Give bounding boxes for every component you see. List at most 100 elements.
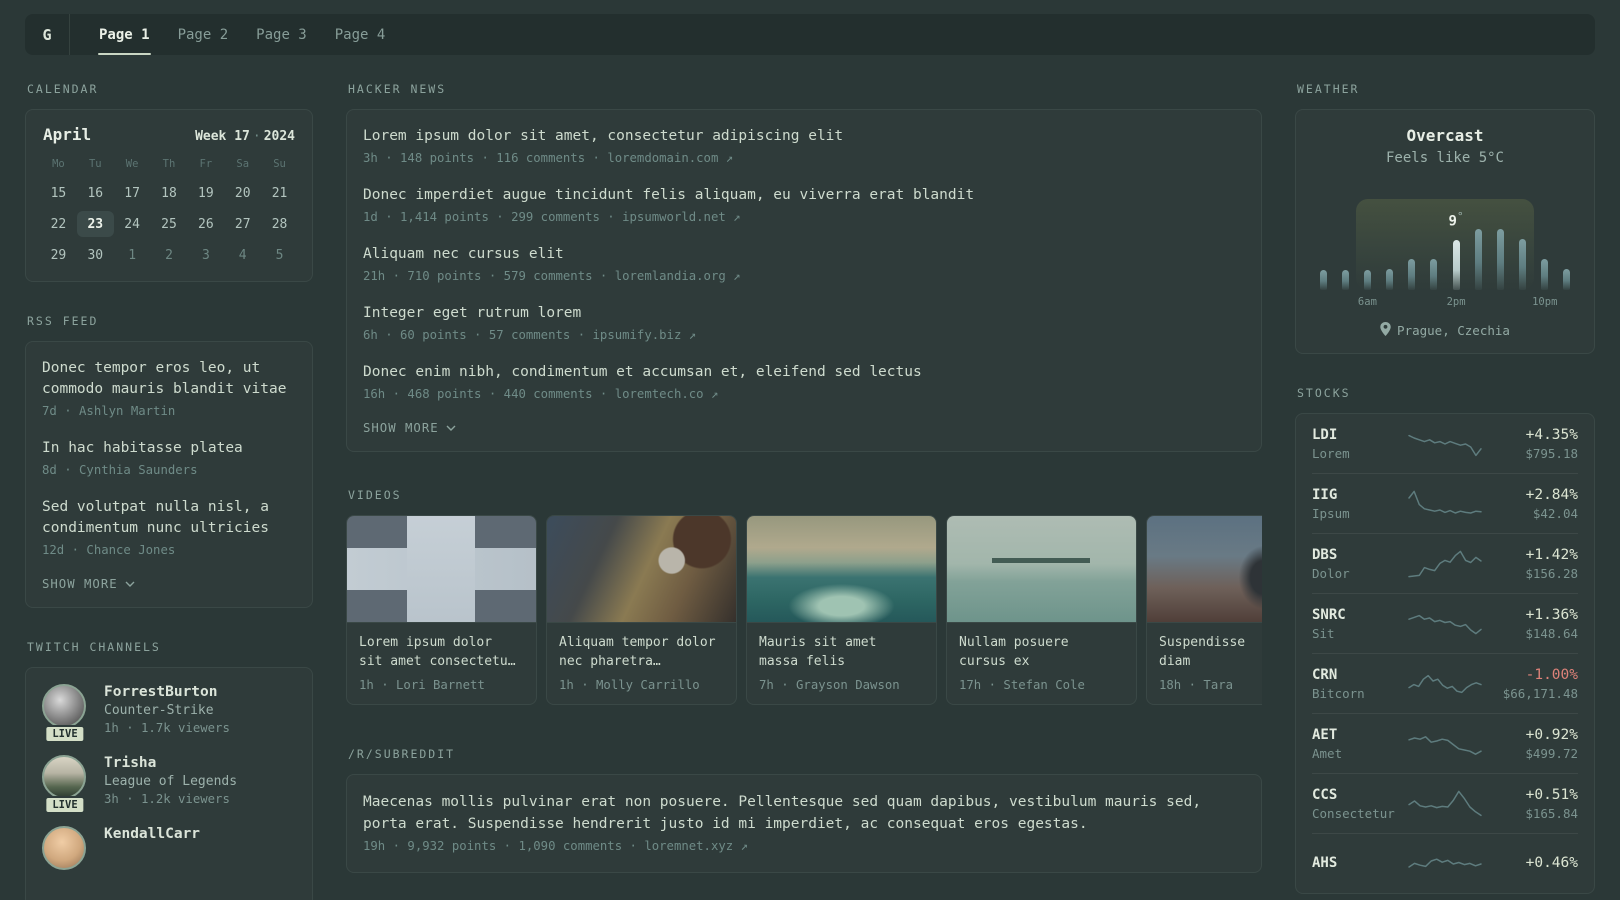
separator-dot: · bbox=[252, 129, 261, 144]
hn-item: Aliquam nec cursus elit 21h · 710 points… bbox=[363, 244, 1245, 286]
video-title[interactable]: Lorem ipsum dolor bbox=[359, 633, 524, 652]
video-thumbnail[interactable] bbox=[747, 516, 936, 623]
hn-meta-text: 16h · 468 points · 440 comments · bbox=[363, 387, 615, 401]
rss-item-meta: 12d · Chance Jones bbox=[42, 543, 176, 557]
video-title[interactable]: Suspendisse bbox=[1159, 633, 1262, 652]
weather-time-label: 6am bbox=[1357, 296, 1377, 308]
twitch-channel-row[interactable]: KendallCarr bbox=[42, 826, 296, 870]
stock-row[interactable]: AET Amet +0.92% $499.72 bbox=[1312, 713, 1578, 773]
stock-ticker: AHS bbox=[1312, 854, 1338, 871]
stock-row[interactable]: AHS +0.46% bbox=[1312, 833, 1578, 893]
weather-bar bbox=[1386, 269, 1394, 290]
video-thumbnail[interactable] bbox=[1147, 516, 1262, 623]
calendar-day: 22 bbox=[50, 216, 67, 232]
hn-domain-link[interactable]: loremdomain.com ↗ bbox=[607, 151, 733, 165]
stock-row[interactable]: IIG Ipsum +2.84% $42.04 bbox=[1312, 473, 1578, 533]
video-thumbnail[interactable] bbox=[947, 516, 1136, 623]
video-title[interactable]: diam bbox=[1159, 652, 1262, 671]
stock-price: $42.04 bbox=[1532, 506, 1578, 521]
weather-bar bbox=[1430, 259, 1438, 290]
rss-show-more-button[interactable]: SHOW MORE bbox=[42, 577, 296, 591]
rss-item-title[interactable]: Donec tempor eros leo, ut commodo mauris… bbox=[42, 358, 296, 400]
tab-page-4[interactable]: Page 4 bbox=[334, 14, 387, 55]
stock-name: Lorem bbox=[1312, 446, 1350, 461]
stock-row[interactable]: CRN Bitcorn -1.00% $66,171.48 bbox=[1312, 653, 1578, 713]
weather-section-title: WEATHER bbox=[1297, 82, 1360, 96]
stock-change: +1.36% bbox=[1525, 607, 1578, 623]
rss-item-title[interactable]: In hac habitasse platea bbox=[42, 438, 296, 459]
calendar-section: CALENDAR April Week 17 · 2024 Mo Tu We Th Fr Sa… bbox=[25, 82, 313, 282]
calendar-day: 18 bbox=[161, 185, 177, 201]
subreddit-section-title: /R/SUBREDDIT bbox=[348, 747, 456, 761]
reddit-post-title[interactable]: Maecenas mollis pulvinar erat non posuer… bbox=[363, 791, 1245, 835]
weather-location: Prague, Czechia bbox=[1312, 322, 1578, 339]
stock-row[interactable]: DBS Dolor +1.42% $156.28 bbox=[1312, 533, 1578, 593]
tab-page-2[interactable]: Page 2 bbox=[177, 14, 230, 55]
twitch-channel-row[interactable]: LIVE ForrestBurton Counter-Strike 1h · 1… bbox=[42, 684, 296, 743]
video-card[interactable]: Lorem ipsum dolor sit amet consectetu… 1… bbox=[346, 515, 537, 705]
video-card[interactable]: Mauris sit amet massa felis 7h · Grayson… bbox=[746, 515, 937, 705]
video-thumbnail[interactable] bbox=[347, 516, 536, 623]
rss-item-title[interactable]: Sed volutpat nulla nisl, a condimentum n… bbox=[42, 497, 296, 539]
stock-ticker: CCS bbox=[1312, 787, 1338, 803]
video-thumbnail[interactable] bbox=[547, 516, 736, 623]
stock-sparkline bbox=[1404, 787, 1486, 821]
video-title[interactable]: sit amet consectetu… bbox=[359, 652, 524, 671]
stock-price: $795.18 bbox=[1525, 446, 1578, 461]
calendar-grid: 15 16 17 18 19 20 21 22 23 24 25 26 27 28 29 30 1 2 3 4 5 bbox=[40, 180, 298, 268]
hn-item-title[interactable]: Donec imperdiet augue tincidunt felis al… bbox=[363, 185, 1245, 206]
channel-name[interactable]: ForrestBurton bbox=[104, 684, 230, 700]
video-card[interactable]: Nullam posuere cursus ex 17h · Stefan Co… bbox=[946, 515, 1137, 705]
calendar-day: 3 bbox=[201, 247, 210, 263]
hn-item-title[interactable]: Lorem ipsum dolor sit amet, consectetur … bbox=[363, 126, 1245, 147]
video-title[interactable]: massa felis bbox=[759, 652, 924, 671]
stock-row[interactable]: CCS Consectetur +0.51% $165.84 bbox=[1312, 773, 1578, 833]
app-logo[interactable]: G bbox=[25, 14, 70, 55]
calendar-day: 5 bbox=[275, 247, 284, 263]
hn-item-title[interactable]: Aliquam nec cursus elit bbox=[363, 244, 1245, 265]
calendar-day: 21 bbox=[271, 185, 288, 201]
tab-page-1[interactable]: Page 1 bbox=[98, 14, 151, 55]
hn-meta-text: 3h · 148 points · 116 comments · bbox=[363, 151, 608, 165]
hn-item-meta: 1d · 1,414 points · 299 comments · ipsum… bbox=[363, 208, 1245, 227]
stock-name: Consectetur bbox=[1312, 806, 1395, 821]
stock-sparkline bbox=[1404, 607, 1486, 641]
video-card[interactable]: Suspendisse diam 18h · Tara bbox=[1146, 515, 1262, 705]
calendar-day: 27 bbox=[234, 216, 251, 232]
video-title[interactable]: Aliquam tempor dolor bbox=[559, 633, 724, 652]
day-header: Mo bbox=[52, 158, 65, 170]
avatar bbox=[42, 684, 86, 728]
day-header: Fr bbox=[199, 158, 213, 170]
channel-game: League of Legends bbox=[104, 774, 238, 789]
reddit-post: Maecenas mollis pulvinar erat non posuer… bbox=[363, 791, 1245, 856]
hn-domain-link[interactable]: loremtech.co ↗ bbox=[615, 387, 719, 401]
hn-domain-link[interactable]: loremlandia.org ↗ bbox=[615, 269, 741, 283]
weather-bar bbox=[1541, 259, 1549, 290]
weather-bar bbox=[1363, 270, 1371, 290]
reddit-domain-link[interactable]: loremnet.xyz ↗ bbox=[644, 839, 748, 853]
video-meta: 17h · Stefan Cole bbox=[959, 678, 1085, 692]
video-title[interactable]: Mauris sit amet bbox=[759, 633, 924, 652]
hn-item-title[interactable]: Donec enim nibh, condimentum et accumsan… bbox=[363, 362, 1245, 383]
twitch-channel-row[interactable]: LIVE Trisha League of Legends 3h · 1.2k … bbox=[42, 755, 296, 814]
avatar-wrap: LIVE bbox=[42, 755, 88, 814]
video-card[interactable]: Aliquam tempor dolor nec pharetra… 1h · … bbox=[546, 515, 737, 705]
stock-row[interactable]: LDI Lorem +4.35% $795.18 bbox=[1312, 414, 1578, 473]
hn-show-more-button[interactable]: SHOW MORE bbox=[363, 421, 1245, 435]
hn-item-title[interactable]: Integer eget rutrum lorem bbox=[363, 303, 1245, 324]
video-title[interactable]: Nullam posuere bbox=[959, 633, 1124, 652]
avatar-wrap bbox=[42, 826, 88, 870]
hn-domain-link[interactable]: ipsumify.biz ↗ bbox=[593, 328, 697, 342]
video-body: Lorem ipsum dolor sit amet consectetu… 1… bbox=[347, 623, 536, 704]
video-title[interactable]: cursus ex bbox=[959, 652, 1124, 671]
calendar-day: 28 bbox=[271, 216, 288, 232]
channel-name[interactable]: Trisha bbox=[104, 755, 237, 771]
tab-page-3[interactable]: Page 3 bbox=[255, 14, 308, 55]
channel-name[interactable]: KendallCarr bbox=[104, 826, 200, 842]
hn-item-meta: 21h · 710 points · 579 comments · loreml… bbox=[363, 267, 1245, 286]
current-temp-label: 9° bbox=[1449, 210, 1464, 230]
live-badge: LIVE bbox=[44, 796, 86, 814]
hn-domain-link[interactable]: ipsumworld.net ↗ bbox=[622, 210, 740, 224]
video-title[interactable]: nec pharetra… bbox=[559, 652, 724, 671]
stock-row[interactable]: SNRC Sit +1.36% $148.64 bbox=[1312, 593, 1578, 653]
